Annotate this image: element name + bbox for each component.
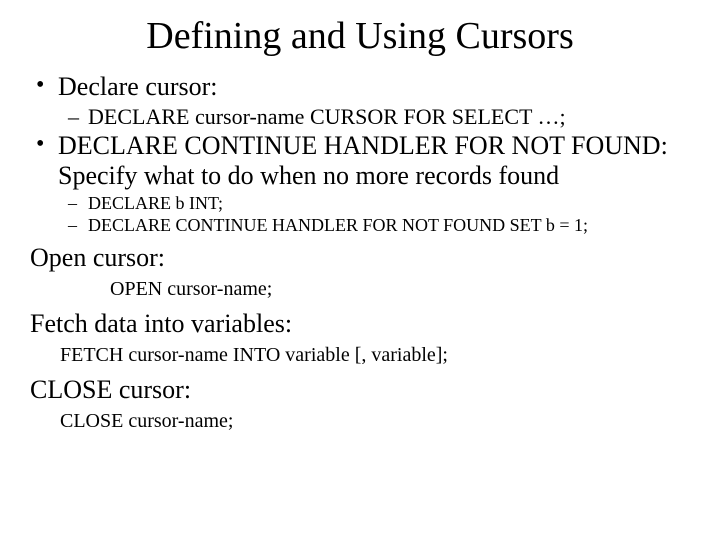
subbullet-declare-handler-set: DECLARE CONTINUE HANDLER FOR NOT FOUND S…	[30, 215, 690, 236]
slide-title: Defining and Using Cursors	[30, 14, 690, 58]
bullet-declare-cursor: Declare cursor:	[30, 72, 690, 102]
subbullet-declare-b-int: DECLARE b INT;	[30, 193, 690, 214]
bullet-continue-handler: DECLARE CONTINUE HANDLER FOR NOT FOUND: …	[30, 131, 690, 191]
code-fetch: FETCH cursor-name INTO variable [, varia…	[30, 343, 690, 367]
code-close: CLOSE cursor-name;	[30, 409, 690, 433]
slide: Defining and Using Cursors Declare curso…	[0, 0, 720, 540]
code-open-cursor: OPEN cursor-name;	[30, 277, 690, 301]
subbullet-declare-cursor-syntax: DECLARE cursor-name CURSOR FOR SELECT …;	[30, 104, 690, 129]
section-open-cursor: Open cursor:	[30, 243, 690, 273]
section-close: CLOSE cursor:	[30, 375, 690, 405]
section-fetch: Fetch data into variables:	[30, 309, 690, 339]
